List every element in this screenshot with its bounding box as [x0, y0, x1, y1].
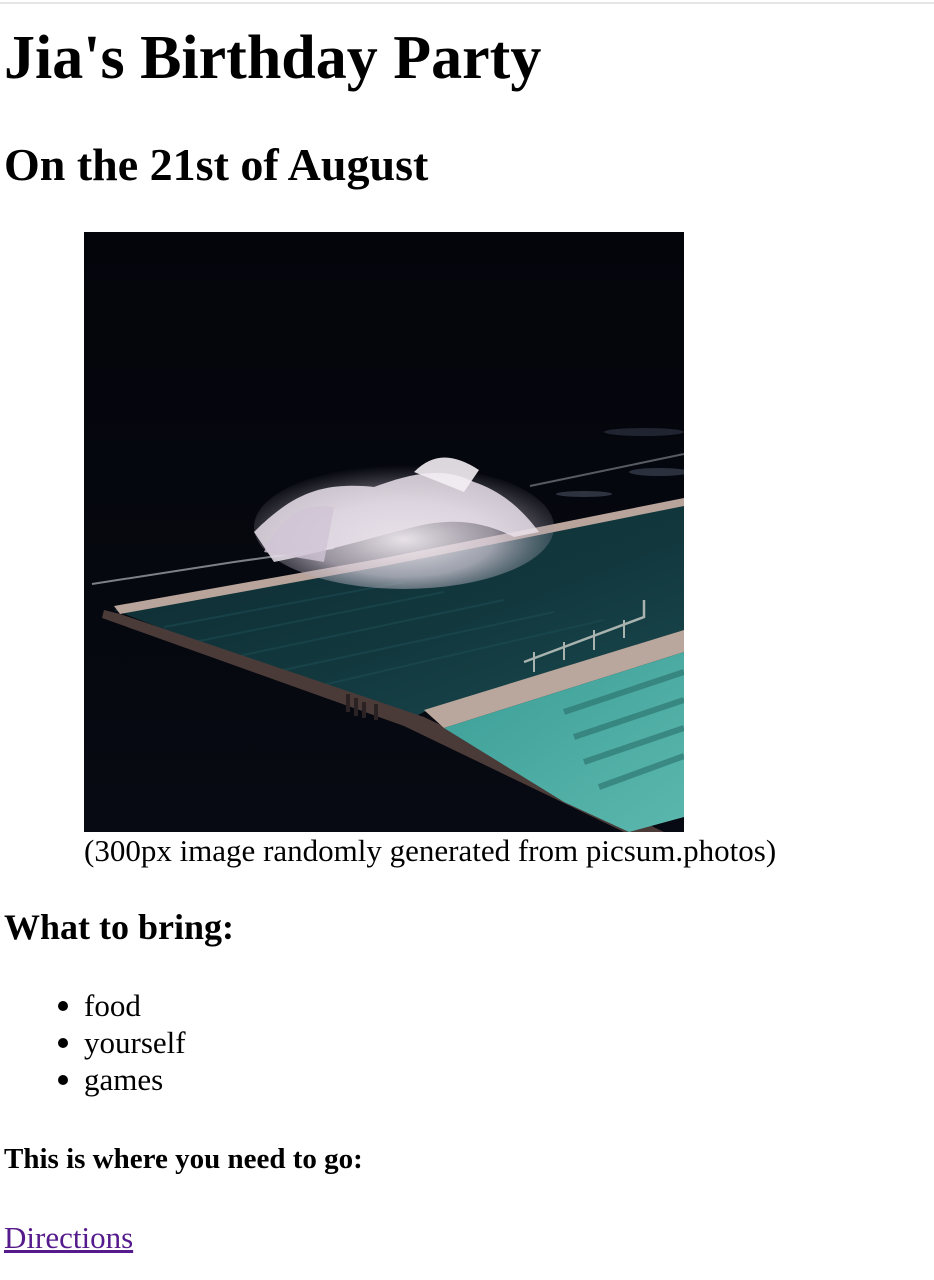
- directions-link[interactable]: Directions: [4, 1219, 133, 1257]
- party-photo: [84, 232, 684, 832]
- list-item-label: games: [84, 1062, 164, 1097]
- bullet-disc-icon: [58, 1001, 68, 1011]
- page-title: Jia's Birthday Party: [4, 24, 542, 92]
- location-heading: This is where you need to go:: [4, 1143, 363, 1175]
- image-caption: (300px image randomly generated from pic…: [84, 833, 777, 868]
- bring-list: food yourself games: [4, 987, 186, 1098]
- bullet-disc-icon: [58, 1038, 68, 1048]
- party-figure: (300px image randomly generated from pic…: [84, 232, 804, 870]
- list-item: yourself: [4, 1024, 186, 1061]
- list-item: food: [4, 987, 186, 1024]
- what-to-bring-heading: What to bring:: [4, 907, 235, 947]
- list-item-label: food: [84, 988, 141, 1023]
- bullet-disc-icon: [58, 1075, 68, 1085]
- party-date-heading: On the 21st of August: [4, 139, 429, 190]
- top-divider: [0, 2, 934, 4]
- list-item: games: [4, 1061, 186, 1098]
- pool-photo-illustration: [84, 232, 684, 832]
- list-item-label: yourself: [84, 1025, 186, 1060]
